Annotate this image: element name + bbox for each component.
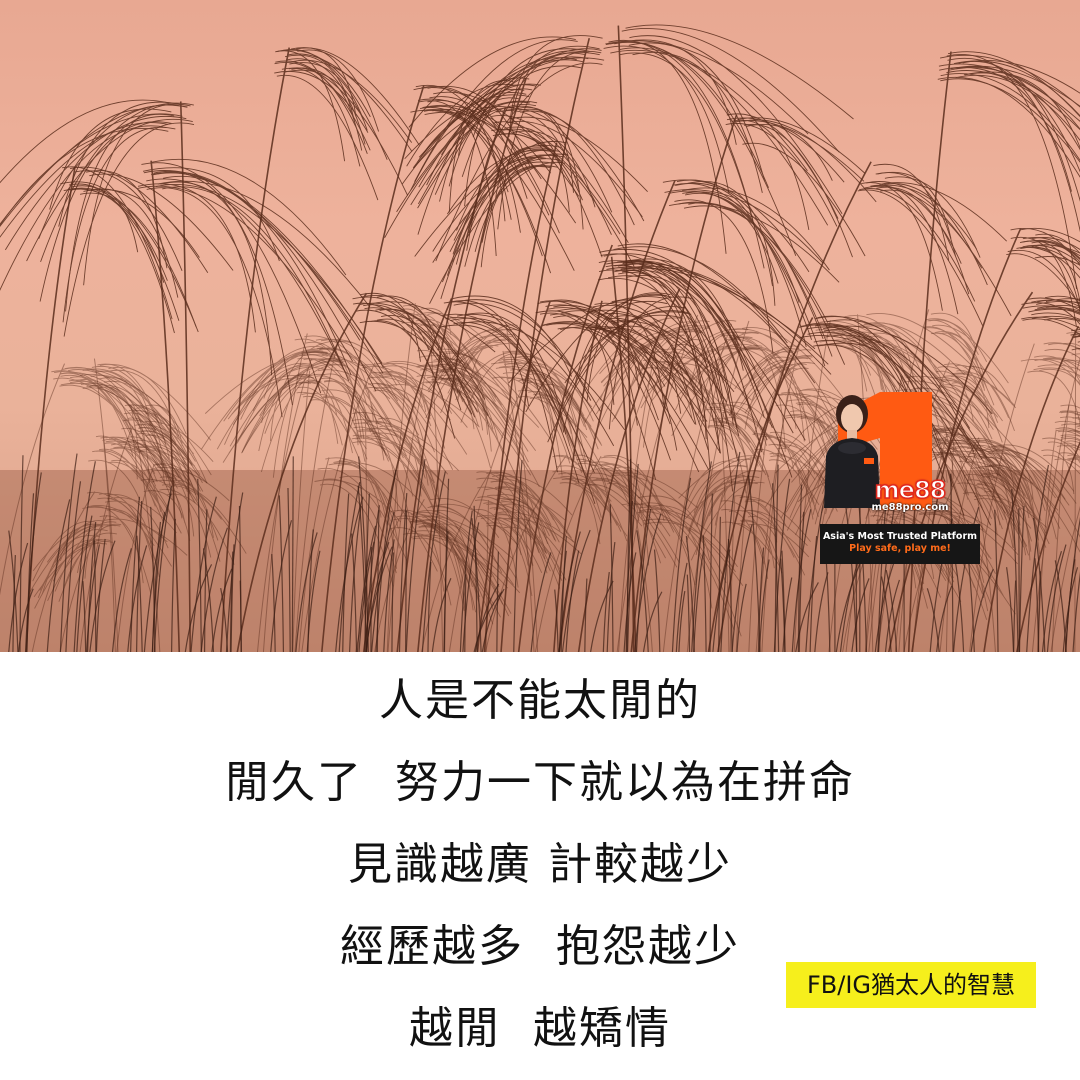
quote-line-3: 見識越廣 計較越少: [348, 839, 732, 890]
brand-logo: me88 me88pro.com: [860, 476, 960, 514]
background-photo: me88 me88pro.com Asia's Most Trusted Pla…: [0, 0, 1080, 652]
source-tag: FB/IG猶太人的智慧: [786, 962, 1036, 1008]
quote-line-2: 閒久了 努力一下就以為在拼命: [225, 757, 855, 808]
brand-url: me88pro.com: [871, 502, 949, 513]
quote-line-1: 人是不能太閒的: [379, 675, 701, 726]
quote-block: 人是不能太閒的 閒久了 努力一下就以為在拼命 見識越廣 計較越少 經歷越多 抱怨…: [0, 660, 1080, 1070]
brand-name: me88: [874, 476, 947, 504]
advertisement-badge[interactable]: me88 me88pro.com Asia's Most Trusted Pla…: [820, 392, 980, 568]
post-image: me88 me88pro.com Asia's Most Trusted Pla…: [0, 0, 1080, 1080]
ad-slogan: Play safe, play me!: [849, 543, 951, 554]
ad-caption-panel: Asia's Most Trusted Platform Play safe, …: [820, 524, 980, 564]
ad-tagline: Asia's Most Trusted Platform: [822, 531, 978, 542]
